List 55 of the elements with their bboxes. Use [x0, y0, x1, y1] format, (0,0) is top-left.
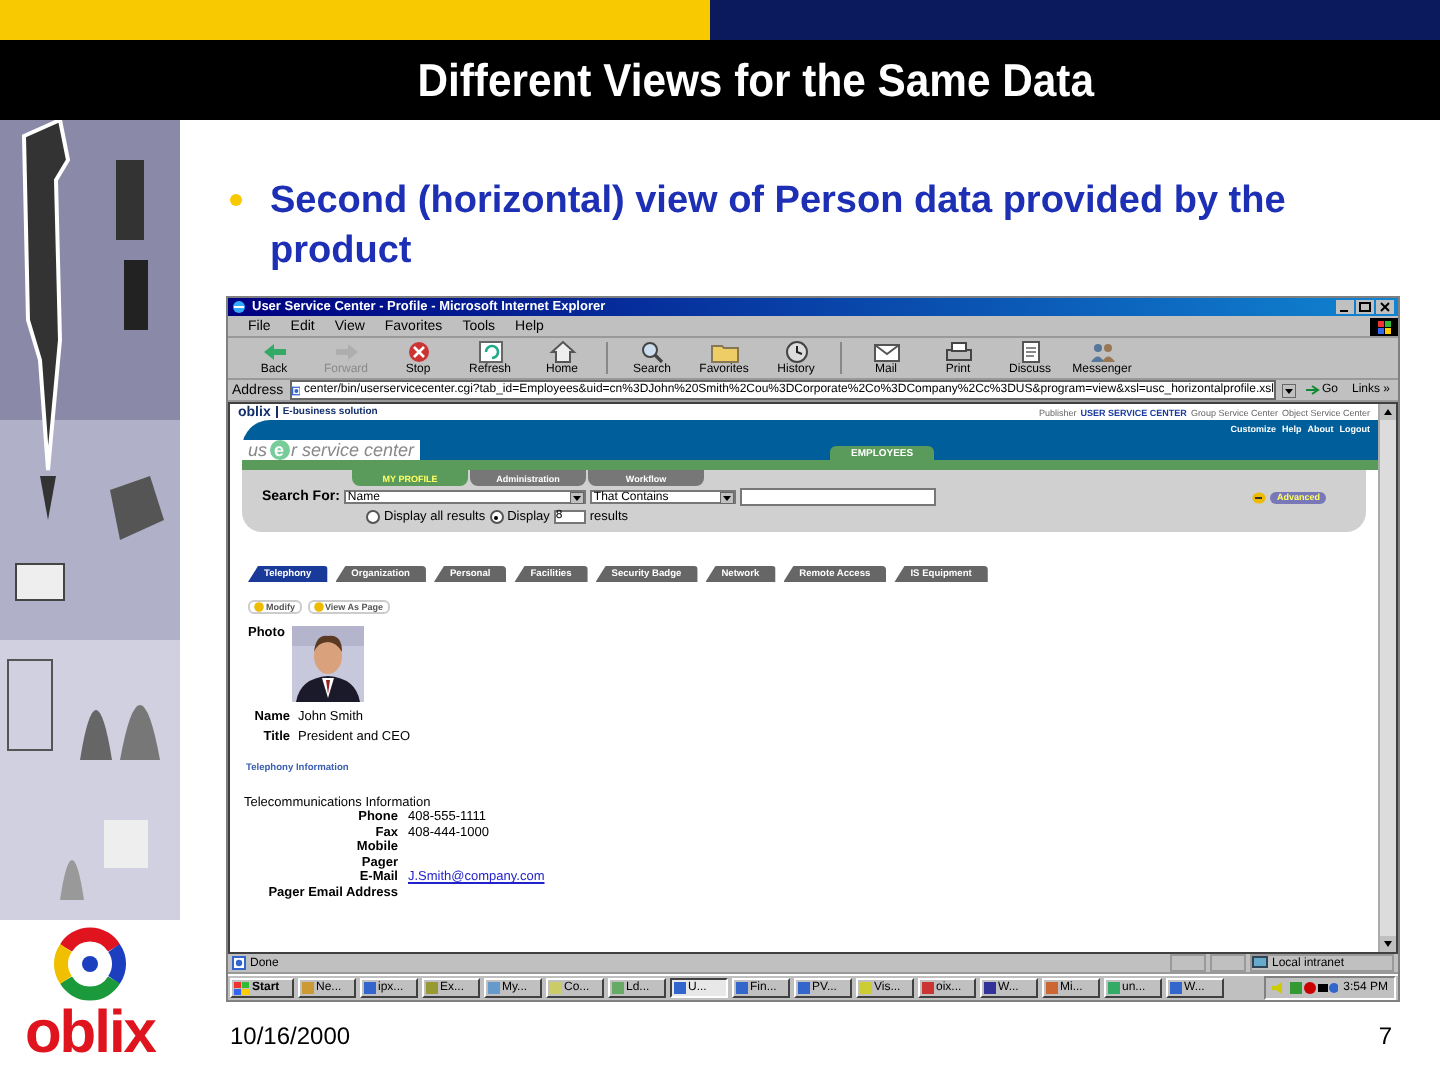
- people-icon: [1087, 340, 1117, 364]
- refresh-icon: [475, 340, 505, 364]
- app-icon: [736, 982, 748, 994]
- app-icon: [1108, 982, 1120, 994]
- page-number: 7: [1378, 1022, 1392, 1050]
- folder-icon: [709, 340, 739, 364]
- printer-icon: [943, 340, 973, 364]
- app-icon: [984, 982, 996, 994]
- maximize-button[interactable]: [1356, 300, 1374, 314]
- page-icon: [291, 383, 301, 397]
- browser-icon: [232, 300, 246, 314]
- flag-icon: [1370, 317, 1398, 335]
- speaker-icon: [1271, 982, 1284, 994]
- circle-icon: [254, 602, 264, 612]
- app-icon: [922, 982, 934, 994]
- network-icon: [1252, 956, 1268, 970]
- left-arrow-icon: [259, 340, 289, 364]
- go-icon: [1252, 491, 1267, 503]
- right-arrow-icon: [331, 340, 361, 364]
- home-icon: [547, 340, 577, 364]
- scrollbar[interactable]: [1378, 404, 1396, 952]
- clock-icon: [781, 340, 811, 364]
- minimize-button[interactable]: [1336, 300, 1354, 314]
- app-icon: [426, 982, 438, 994]
- logo-icon: [49, 924, 130, 1004]
- circle-icon: [313, 602, 323, 612]
- dropdown-arrow-icon: [719, 491, 734, 503]
- app-icon: [550, 982, 562, 994]
- stop-icon: [403, 340, 433, 364]
- tray-icons-drawing: [1289, 982, 1338, 994]
- bullet-text: Second (horizontal) view of Person data provided by the product: [270, 178, 1288, 276]
- radio-button[interactable]: [366, 510, 380, 524]
- envelope-icon: [871, 340, 901, 364]
- dropdown-arrow-icon: [1281, 383, 1296, 397]
- app-icon: [798, 982, 810, 994]
- flag-icon: [234, 981, 250, 995]
- app-icon: [488, 982, 500, 994]
- slide-date: 10/16/2000: [230, 1022, 351, 1050]
- search-icon: [637, 340, 667, 364]
- app-icon: [674, 982, 686, 994]
- app-icon: [1046, 982, 1058, 994]
- bullet-point: [230, 194, 242, 206]
- app-icon: [860, 982, 872, 994]
- app-icon: [612, 982, 624, 994]
- dropdown-arrow-icon: [569, 491, 584, 503]
- search-field[interactable]: [739, 488, 936, 506]
- slide-title: Different Views for the Same Data: [416, 53, 1094, 107]
- service-center-logo: us e r service center: [242, 440, 421, 460]
- app-icon: [1170, 982, 1182, 994]
- radio-button[interactable]: [489, 510, 504, 524]
- app-icon: [302, 982, 314, 994]
- logo-text: oblix: [24, 1004, 155, 1064]
- close-button[interactable]: [1376, 300, 1394, 314]
- app-icon: [364, 982, 376, 994]
- arrow-icon: [1305, 384, 1320, 396]
